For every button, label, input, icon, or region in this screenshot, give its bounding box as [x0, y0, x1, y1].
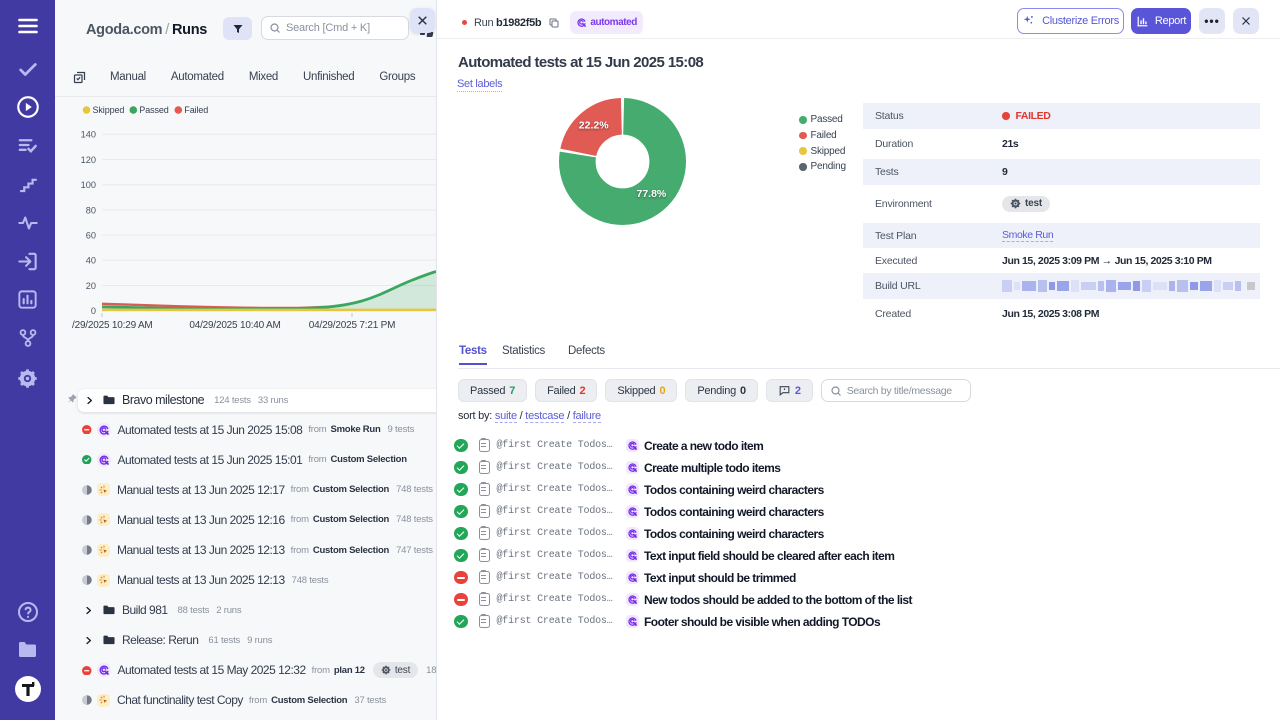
svg-text:Failed: Failed — [184, 105, 208, 115]
svg-text:04/29/2025 10:40 AM: 04/29/2025 10:40 AM — [189, 320, 280, 331]
svg-text:140: 140 — [81, 130, 96, 140]
svg-text:Passed: Passed — [139, 105, 169, 115]
svg-text:120: 120 — [81, 155, 96, 165]
svg-text:77.8%: 77.8% — [637, 188, 667, 200]
svg-text:20: 20 — [86, 281, 96, 291]
svg-text:100: 100 — [81, 180, 96, 190]
svg-text:60: 60 — [86, 231, 96, 241]
svg-text:/29/2025 10:29 AM: /29/2025 10:29 AM — [72, 320, 153, 331]
svg-text:80: 80 — [86, 205, 96, 215]
svg-text:40: 40 — [86, 256, 96, 266]
svg-text:0: 0 — [91, 306, 96, 316]
svg-text:22.2%: 22.2% — [579, 120, 609, 132]
svg-text:Skipped: Skipped — [93, 105, 125, 115]
svg-text:04/29/2025 7:21 PM: 04/29/2025 7:21 PM — [309, 320, 395, 331]
